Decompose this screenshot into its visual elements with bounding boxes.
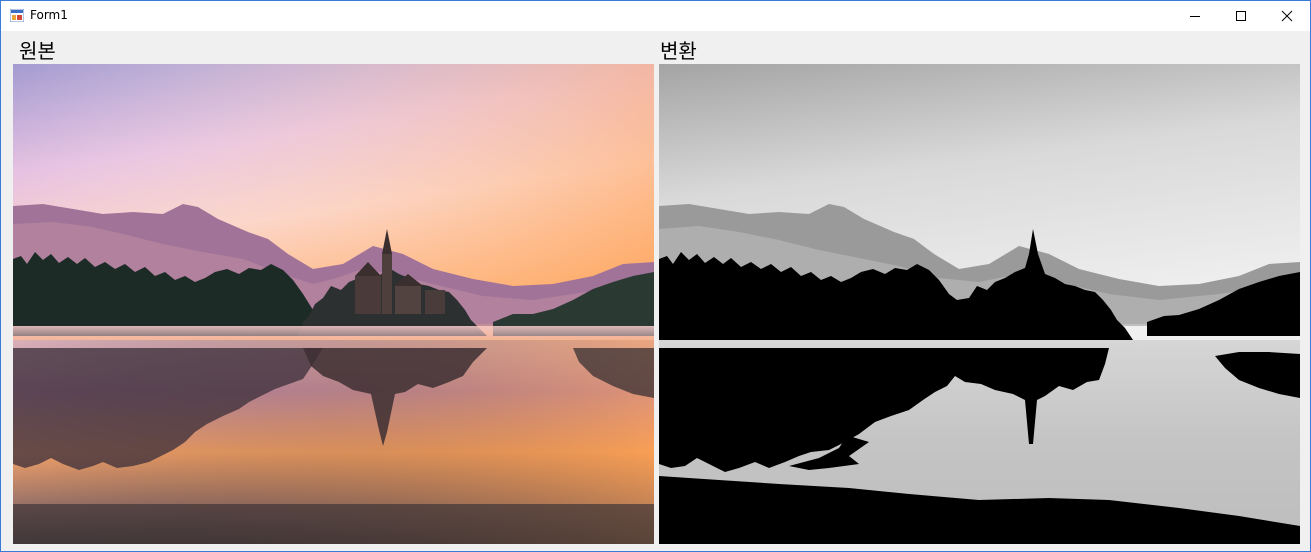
maximize-button[interactable]	[1218, 1, 1264, 31]
window-title: Form1	[30, 8, 68, 22]
converted-image	[659, 64, 1300, 544]
original-image	[13, 64, 654, 544]
winforms-app-icon	[10, 9, 24, 22]
converted-picture-box	[659, 64, 1300, 544]
converted-label: 변환	[660, 39, 697, 63]
minimize-icon	[1190, 16, 1200, 17]
close-icon	[1281, 10, 1293, 22]
original-label: 원본	[19, 39, 56, 63]
title-bar[interactable]: Form1	[1, 1, 1310, 31]
close-button[interactable]	[1264, 1, 1310, 31]
original-picture-box	[13, 64, 654, 544]
app-window: Form1 원본 변환	[0, 0, 1311, 552]
minimize-button[interactable]	[1172, 1, 1218, 31]
maximize-icon	[1236, 11, 1246, 21]
